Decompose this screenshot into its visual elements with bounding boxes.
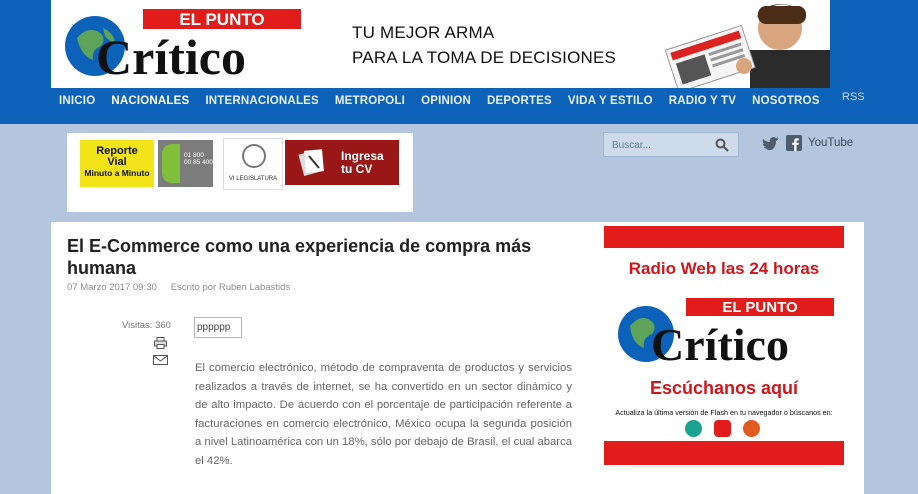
radio-ad-listen: Escúchanos aquí [649, 378, 799, 398]
nav-item-opinion[interactable]: OPINION [413, 95, 479, 107]
search-input[interactable] [612, 137, 712, 153]
phone-prefix: 01 800 [184, 152, 204, 159]
radio-ad-logo: EL PUNTO Crítico [618, 298, 834, 368]
phone-number: 00 85 400 [184, 159, 213, 166]
profile-face-icon [162, 144, 180, 183]
cv-banner[interactable]: Ingresa tu CV [285, 140, 399, 185]
article-title[interactable]: El E-Commerce como una experiencia de co… [67, 235, 572, 279]
vial-line3: Minuto a Minuto [84, 168, 150, 178]
social-links: YouTube [762, 135, 853, 151]
tagline: TU MEJOR ARMA PARA LA TOMA DE DECISIONES [352, 20, 616, 70]
nav-item-inicio[interactable]: INICIO [51, 95, 103, 107]
facebook-icon[interactable] [786, 135, 802, 151]
tagline-line2: PARA LA TOMA DE DECISIONES [352, 48, 617, 67]
nav-item-nosotros[interactable]: NOSOTROS [744, 95, 827, 107]
radio-logo-top-text: EL PUNTO [722, 299, 798, 316]
reporte-vial-banner[interactable]: Reporte Vial Minuto a Minuto [80, 140, 154, 187]
search-box [603, 132, 739, 157]
nav-item-internacionales[interactable]: INTERNACIONALES [197, 95, 327, 107]
seal-icon [242, 144, 266, 168]
article-author: Escrito por Ruben Labastids [170, 282, 291, 293]
radio-web-ad[interactable]: Radio Web las 24 horas EL PUNTO Crítico … [604, 226, 844, 465]
podcast-icon[interactable] [743, 420, 760, 437]
nav-item-vida-y-estilo[interactable]: VIDA Y ESTILO [560, 95, 661, 107]
visit-count: Visitas: 360 [122, 320, 171, 331]
rss-link[interactable]: RSS [842, 91, 865, 103]
radio-ad-bottom-bar [604, 441, 844, 465]
article-image: pppppp [194, 317, 242, 338]
legislatura-banner[interactable]: VI LEGISLATURA [223, 138, 283, 190]
article-date: 07 Marzo 2017 09:30 [67, 282, 157, 293]
promo-photo [660, 0, 830, 88]
main-nav: INICIO NACIONALES INTERNACIONALES METROP… [51, 90, 828, 112]
nav-item-deportes[interactable]: DEPORTES [479, 95, 560, 107]
search-icon[interactable] [715, 138, 729, 152]
youtube-icon[interactable] [714, 420, 731, 437]
nav-item-nacionales[interactable]: NACIONALES [103, 95, 197, 107]
radio-ad-heading: Radio Web las 24 horas [628, 259, 820, 278]
youtube-link[interactable]: YouTube [808, 137, 853, 149]
radio-ad-top-bar [604, 226, 844, 248]
document-icon [298, 149, 324, 176]
logo-bottom-text: Crítico [96, 29, 246, 82]
twitter-icon[interactable] [762, 136, 780, 150]
banner-row: Reporte Vial Minuto a Minuto 01 800 00 8… [67, 133, 413, 212]
site-logo[interactable]: EL PUNTO Crítico [55, 6, 305, 82]
phone-banner[interactable]: 01 800 00 85 400 [158, 140, 213, 187]
email-icon[interactable] [153, 355, 168, 365]
cv-line2: tu CV [341, 162, 373, 176]
nav-item-metropoli[interactable]: METROPOLI [327, 95, 413, 107]
print-icon[interactable] [154, 337, 167, 349]
nav-item-radio-y-tv[interactable]: RADIO Y TV [661, 95, 744, 107]
legislatura-label: VI LEGISLATURA [228, 176, 278, 182]
logo-top-text: EL PUNTO [179, 10, 264, 29]
article-body: El comercio electrónico, método de compr… [195, 362, 572, 467]
radio-ad-note: Actualiza la última versión de Flash en … [615, 408, 833, 417]
vial-line2: Vial [107, 156, 127, 168]
radio-logo-bottom-text: Crítico [651, 319, 789, 368]
article-meta: 07 Marzo 2017 09:30 Escrito por Ruben Lab… [67, 282, 290, 293]
tagline-line1: TU MEJOR ARMA [352, 23, 495, 42]
tunein-icon[interactable] [685, 420, 702, 437]
